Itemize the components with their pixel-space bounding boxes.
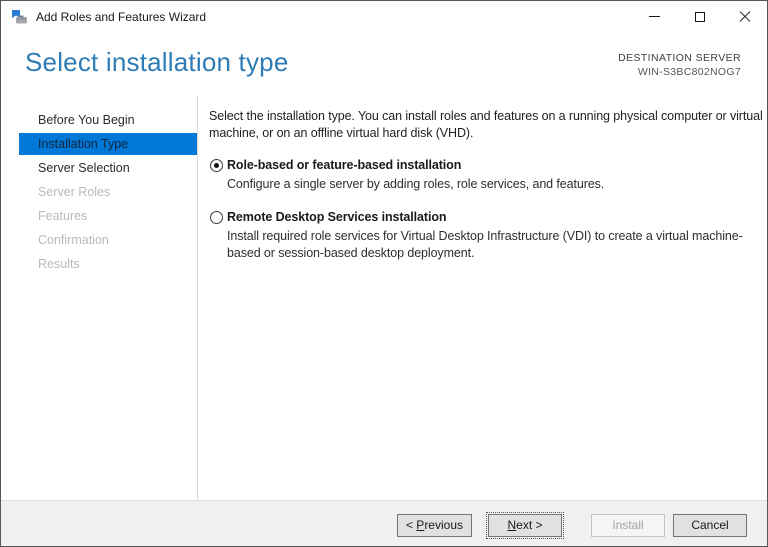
window-controls [632, 1, 767, 32]
sidebar-item-confirmation: Confirmation [38, 233, 109, 247]
close-icon [739, 11, 751, 23]
sidebar-item-before-you-begin[interactable]: Before You Begin [19, 109, 197, 131]
destination-server-label: DESTINATION SERVER [618, 52, 741, 64]
destination-server-name: WIN-S3BC802NOG7 [637, 66, 741, 78]
option-role-based: Role-based or feature-based installation… [209, 157, 767, 193]
wizard-content: Select the installation type. You can in… [198, 96, 767, 500]
next-button-accel: N [507, 518, 517, 532]
option-remote-desktop: Remote Desktop Services installation Ins… [209, 209, 767, 262]
minimize-button[interactable] [632, 1, 677, 32]
sidebar-item-installation-type[interactable]: Installation Type [19, 133, 197, 155]
wizard-window: Add Roles and Features Wizard Select ins… [0, 0, 768, 547]
maximize-icon [694, 11, 705, 22]
radio-remote-desktop-installation[interactable] [210, 211, 223, 225]
server-manager-icon [12, 9, 27, 23]
previous-button[interactable]: < Previous [396, 514, 472, 537]
install-button: Install [591, 514, 665, 537]
option-remote-desktop-label[interactable]: Remote Desktop Services installation [227, 209, 447, 226]
maximize-button[interactable] [677, 1, 722, 32]
option-role-based-label[interactable]: Role-based or feature-based installation [227, 157, 461, 174]
option-role-based-description: Configure a single server by adding role… [227, 176, 605, 191]
next-button-rest: ext > [516, 518, 543, 532]
wizard-steps-sidebar: Before You Begin Installation Type Serve… [1, 96, 198, 500]
close-button[interactable] [722, 1, 767, 32]
sidebar-item-server-roles: Server Roles [38, 185, 111, 199]
next-button[interactable]: Next > [486, 512, 564, 539]
title-bar: Add Roles and Features Wizard [1, 1, 767, 32]
destination-server-block: DESTINATION SERVER WIN-S3BC802NOG7 [618, 45, 741, 96]
cancel-button[interactable]: Cancel [673, 514, 747, 537]
radio-role-based-installation[interactable] [210, 158, 223, 172]
page-title: Select installation type [25, 47, 289, 77]
sidebar-item-results: Results [38, 257, 80, 271]
wizard-body: Before You Begin Installation Type Serve… [1, 96, 767, 500]
previous-button-prefix: < [405, 518, 417, 532]
intro-text: Select the installation type. You can in… [209, 109, 763, 140]
wizard-header: Select installation type DESTINATION SER… [1, 32, 767, 96]
wizard-footer: < Previous Next > Install Cancel [1, 500, 767, 546]
sidebar-item-features: Features [38, 209, 88, 223]
option-remote-desktop-description: Install required role services for Virtu… [227, 229, 743, 260]
previous-button-rest: revious [424, 518, 463, 532]
sidebar-item-server-selection[interactable]: Server Selection [19, 157, 197, 179]
minimize-icon [649, 16, 660, 17]
window-title: Add Roles and Features Wizard [36, 9, 207, 24]
